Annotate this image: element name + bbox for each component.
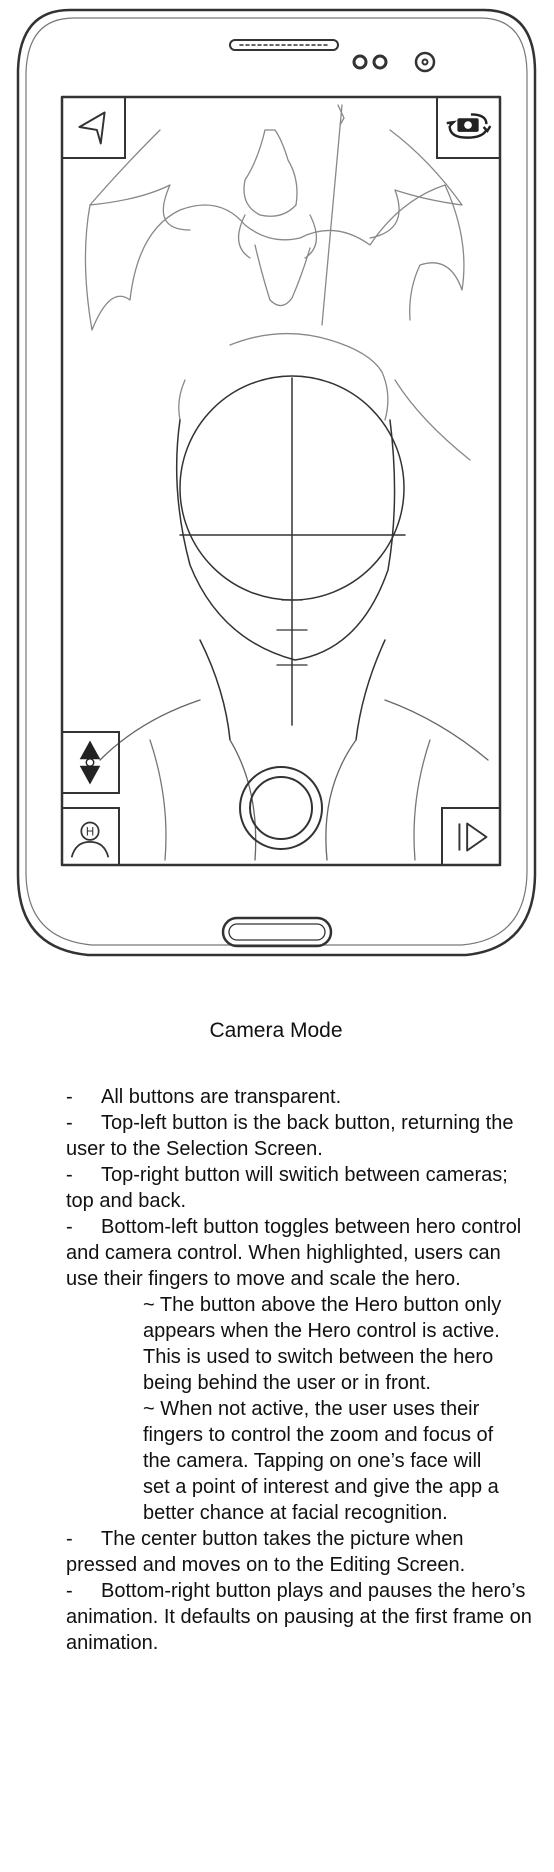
notes-list: - All buttons are transparent. - Top-left … (66, 1084, 536, 1656)
note-dash: - (66, 1086, 73, 1108)
note-item: - Top-right button will switich between c… (66, 1162, 536, 1214)
play-pause-button[interactable] (441, 807, 500, 865)
note-text: The center button takes the picture when… (66, 1528, 466, 1576)
hero-icon-letter: H (86, 827, 94, 839)
camera-switch-icon (446, 113, 492, 139)
sub-note-item: ~ The button above the Hero button only … (143, 1294, 502, 1394)
note-dash: - (66, 1112, 73, 1134)
note-dash: - (66, 1580, 73, 1602)
note-text: Top-right button will switich between ca… (66, 1164, 508, 1212)
note-item: - Bottom-right button plays and pauses th… (66, 1578, 536, 1656)
page-title: Camera Mode (209, 1019, 343, 1042)
note-dash: - (66, 1164, 73, 1186)
note-text: Bottom-right button plays and pauses the… (66, 1580, 532, 1654)
note-dash: - (66, 1528, 73, 1550)
note-text: Bottom-left button toggles between hero … (66, 1216, 522, 1290)
phone-mockup: H (0, 0, 554, 1000)
note-text: All buttons are transparent. (101, 1086, 342, 1108)
back-arrow-icon (78, 111, 106, 145)
camera-switch-button[interactable] (436, 97, 500, 159)
note-item: - The center button takes the picture whe… (66, 1526, 536, 1578)
hero-person-icon: H (70, 821, 110, 858)
note-item: - Top-left button is the back button, ret… (66, 1110, 536, 1162)
shutter-button[interactable] (239, 766, 323, 850)
note-dash: - (66, 1216, 73, 1238)
hero-depth-toggle-button[interactable] (62, 731, 120, 794)
play-icon (458, 822, 488, 852)
hero-control-toggle-button[interactable]: H (62, 807, 120, 865)
note-item: - All buttons are transparent. (66, 1084, 536, 1110)
up-down-arrow-icon (79, 740, 101, 785)
back-button[interactable] (62, 97, 126, 159)
note-text: Top-left button is the back button, retu… (66, 1112, 514, 1160)
note-item: - Bottom-left button toggles between hero… (66, 1214, 536, 1292)
sub-note-item: ~ When not active, the user uses their f… (143, 1398, 499, 1524)
